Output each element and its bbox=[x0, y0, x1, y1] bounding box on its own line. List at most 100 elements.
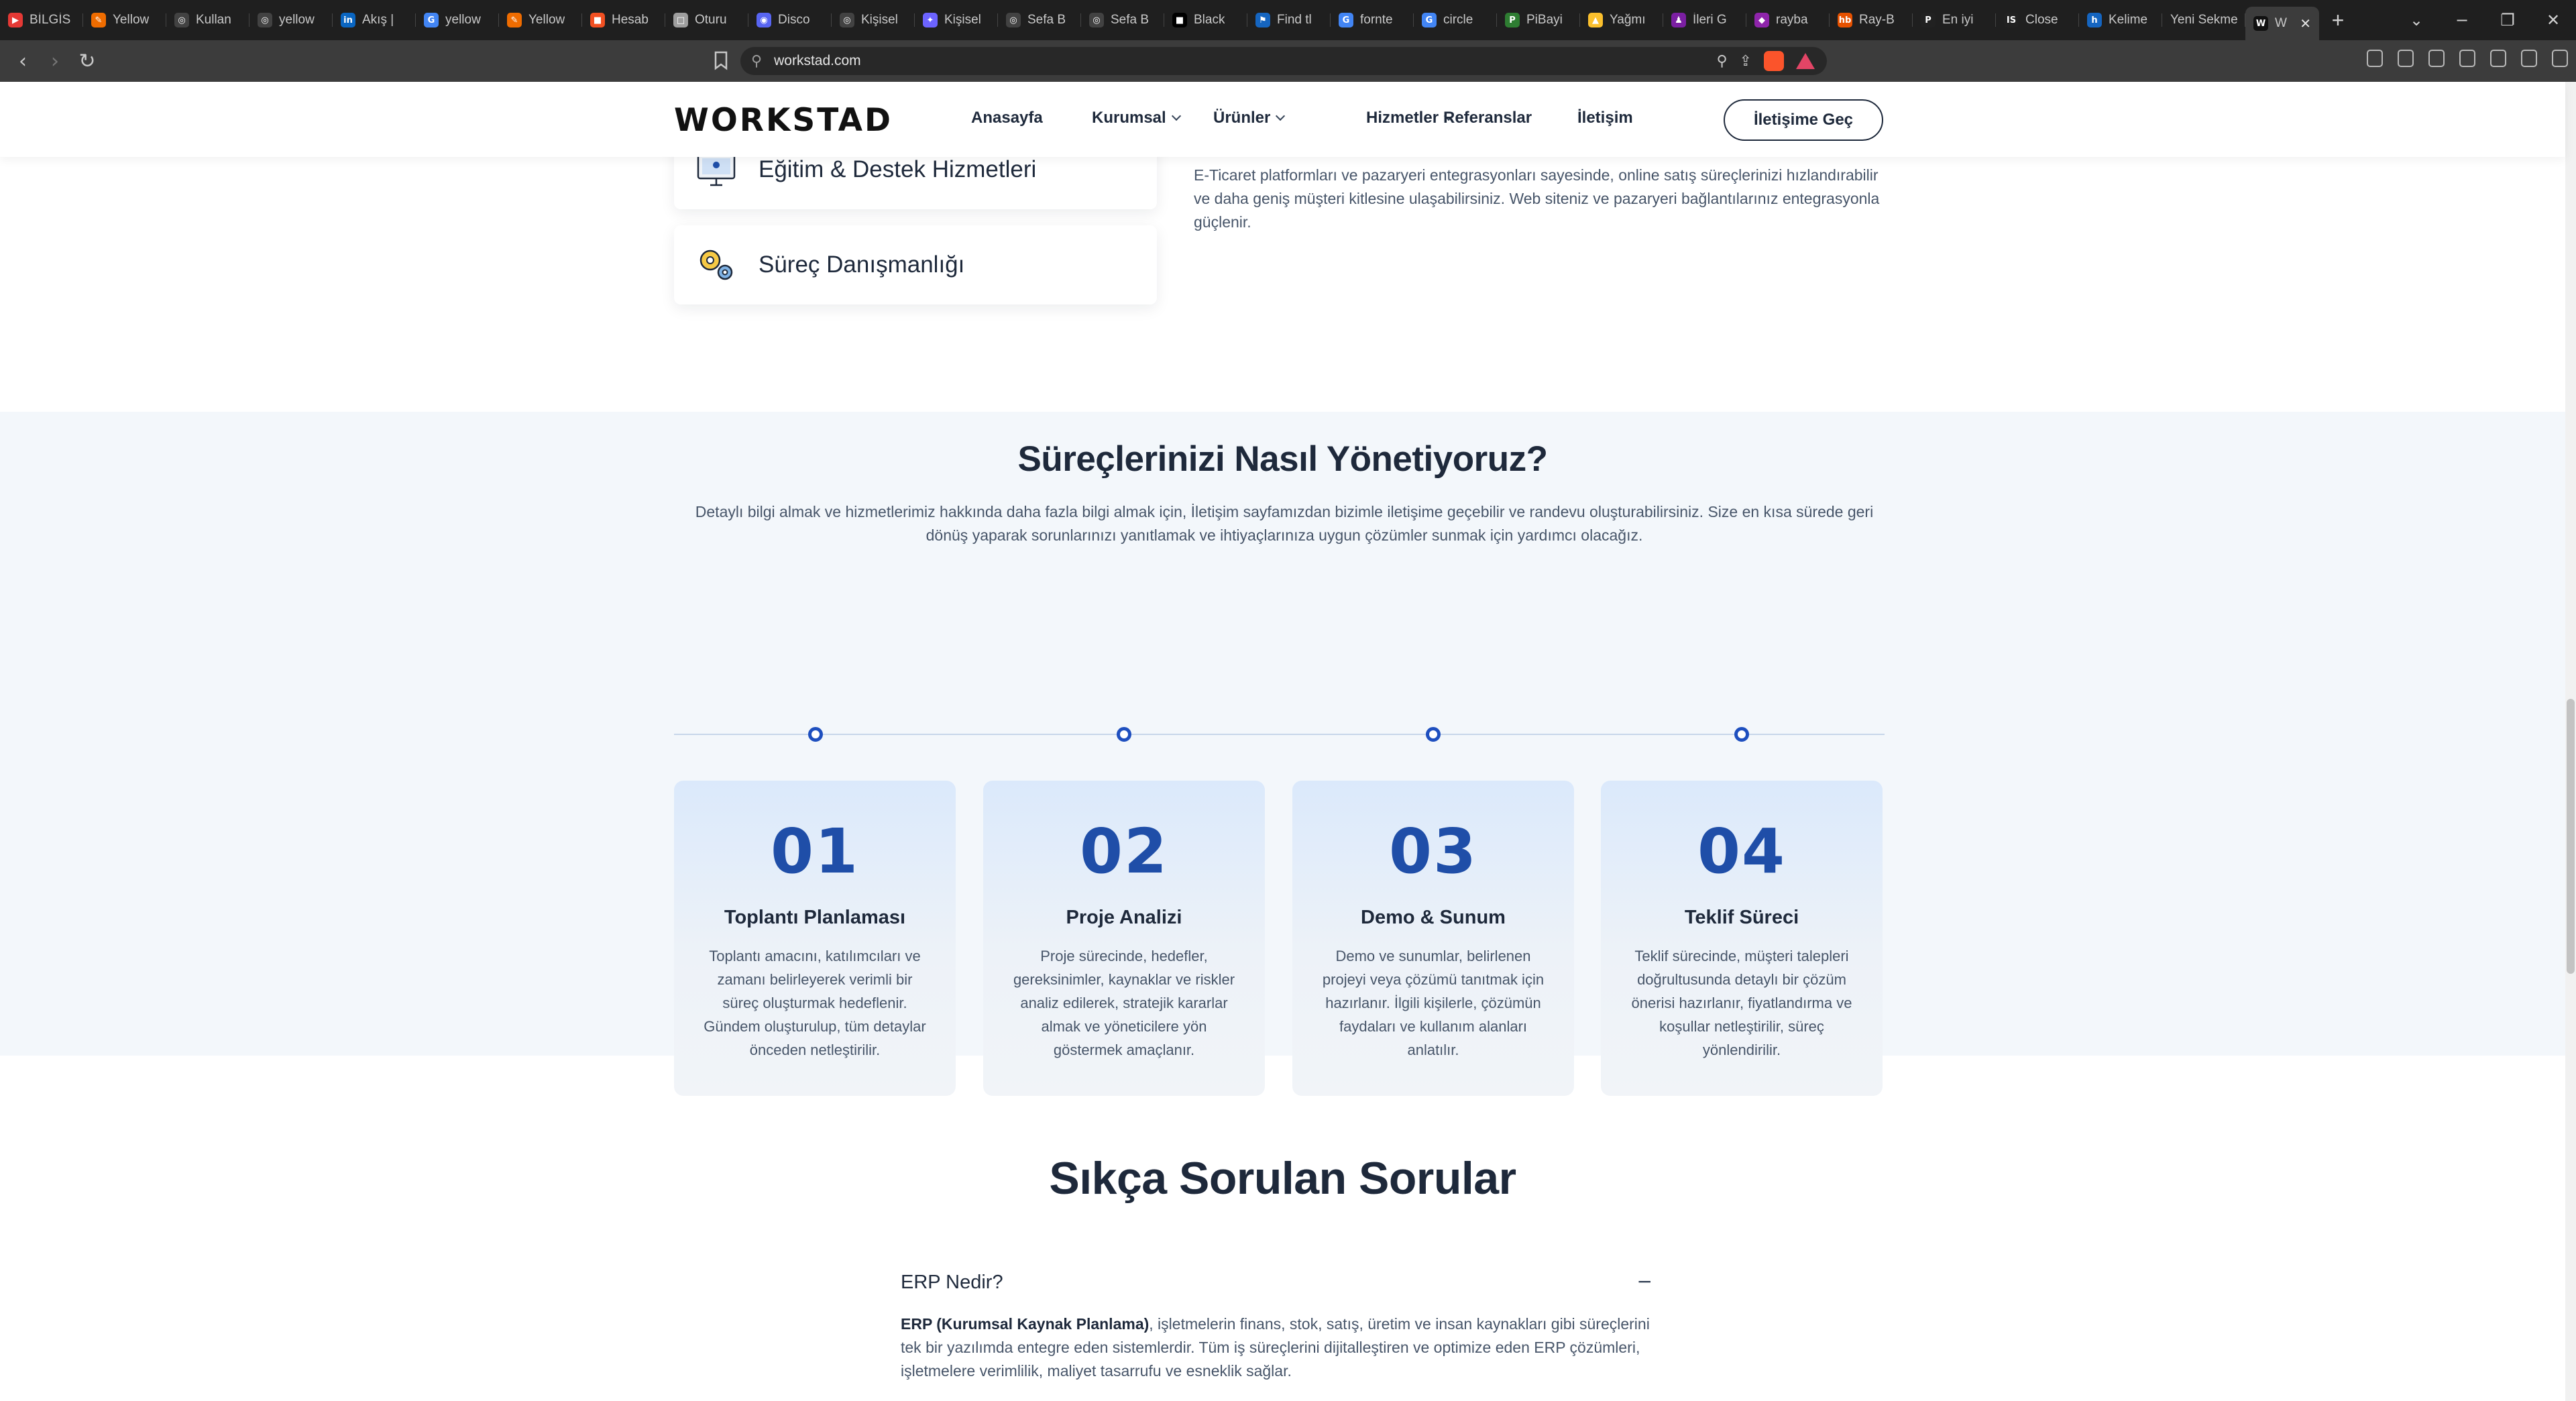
tab-search-icon[interactable]: ⌄ bbox=[2394, 11, 2439, 30]
nav-anasayfa[interactable]: Anasayfa bbox=[971, 109, 1043, 127]
step-number: 04 bbox=[1697, 816, 1787, 887]
browser-tab[interactable]: ◆ rayba bbox=[1746, 5, 1830, 35]
close-window-icon[interactable]: ✕ bbox=[2530, 11, 2576, 30]
tab-title: PiBayi bbox=[1526, 13, 1563, 27]
close-tab-icon[interactable]: ✕ bbox=[2300, 15, 2311, 32]
tab-title: yellow bbox=[445, 13, 481, 27]
sidebar-icon[interactable] bbox=[2428, 50, 2445, 67]
collapse-icon[interactable]: − bbox=[1637, 1270, 1653, 1292]
tab-favicon-icon: ◎ bbox=[174, 13, 189, 27]
faq-question[interactable]: ERP Nedir? − bbox=[879, 1264, 1677, 1302]
contact-cta-button[interactable]: İletişime Geç bbox=[1724, 99, 1883, 141]
share-icon[interactable]: ⇪ bbox=[1740, 53, 1752, 70]
nav-kurumsal[interactable]: Kurumsal bbox=[1092, 109, 1181, 127]
tab-favicon-icon: □ bbox=[673, 13, 688, 27]
site-logo[interactable]: WORKSTAD bbox=[674, 102, 893, 139]
browser-tab[interactable]: ◎ Sefa B bbox=[1081, 5, 1164, 35]
browser-tab[interactable]: hb Ray-B bbox=[1830, 5, 1913, 35]
browser-tab[interactable]: Yeni Sekme bbox=[2162, 5, 2245, 35]
tab-favicon-icon: ▲ bbox=[1588, 13, 1603, 27]
browser-tab[interactable]: ✦ Kişisel bbox=[915, 5, 998, 35]
browser-tab[interactable]: ◎ yellow bbox=[249, 5, 333, 35]
browser-tab[interactable]: ♟ İleri G bbox=[1663, 5, 1746, 35]
nav-iletisim[interactable]: İletişim bbox=[1577, 109, 1633, 127]
browser-tab[interactable]: ✎ Yellow bbox=[499, 5, 582, 35]
timeline-dot bbox=[1734, 727, 1749, 742]
tab-title: rayba bbox=[1776, 13, 1808, 27]
site-header: WORKSTAD Anasayfa Kurumsal Ürünler Hizme… bbox=[0, 82, 2565, 157]
service-label: Süreç Danışmanlığı bbox=[759, 251, 965, 278]
bookmark-icon[interactable] bbox=[711, 48, 731, 72]
browser-tab[interactable]: ▶ BİLGİS bbox=[0, 5, 83, 35]
browser-tab[interactable]: P PiBayi bbox=[1497, 5, 1580, 35]
faq-answer: ERP (Kurumsal Kaynak Planlama), işletmel… bbox=[879, 1302, 1677, 1383]
tab-favicon-icon: IS bbox=[2004, 13, 2019, 27]
window-controls: ⌄ − ❐ ✕ bbox=[2394, 0, 2576, 40]
step-title: Toplantı Planlaması bbox=[724, 907, 906, 928]
address-bar[interactable]: ⚲ workstad.com ⚲ ⇪ bbox=[740, 47, 1827, 75]
chevron-down-icon bbox=[1171, 111, 1181, 121]
browser-tab[interactable]: ■ Black bbox=[1164, 5, 1247, 35]
brave-shield-icon[interactable] bbox=[1764, 51, 1784, 71]
browser-tab[interactable]: h Kelime bbox=[2079, 5, 2162, 35]
minimize-icon[interactable]: − bbox=[2439, 11, 2485, 30]
url-text[interactable]: workstad.com bbox=[774, 53, 861, 69]
browser-tab[interactable]: ✎ Yellow bbox=[83, 5, 166, 35]
nav-hizmetler[interactable]: Hizmetler bbox=[1366, 109, 1454, 127]
nav-label: İletişim bbox=[1577, 109, 1633, 127]
page-scrollbar[interactable] bbox=[2565, 82, 2576, 1401]
leo-ai-icon[interactable] bbox=[2490, 50, 2506, 67]
nav-urunler[interactable]: Ürünler bbox=[1213, 109, 1286, 127]
browser-tab[interactable]: Gcircle bbox=[1414, 5, 1497, 35]
browser-tab[interactable]: ◎ Kullan bbox=[166, 5, 249, 35]
nav-label: Anasayfa bbox=[971, 109, 1043, 127]
tab-title: Yeni Sekme bbox=[2170, 13, 2237, 27]
nav-label: Kurumsal bbox=[1092, 109, 1166, 127]
tab-favicon-icon: ✎ bbox=[507, 13, 522, 27]
tab-title: Akış | bbox=[362, 13, 394, 27]
tab-title: Hesab bbox=[612, 13, 649, 27]
browser-tab[interactable]: ◎ Sefa B bbox=[998, 5, 1081, 35]
browser-tab[interactable]: ◉ Disco bbox=[748, 5, 832, 35]
page-viewport: WORKSTAD Anasayfa Kurumsal Ürünler Hizme… bbox=[0, 82, 2576, 1401]
nav-referanslar[interactable]: Referanslar bbox=[1443, 109, 1532, 127]
wallet-icon[interactable] bbox=[2459, 50, 2475, 67]
tab-title: Black bbox=[1194, 13, 1225, 27]
restore-icon[interactable]: ❐ bbox=[2485, 11, 2530, 30]
downloads-icon[interactable] bbox=[2398, 50, 2414, 67]
browser-tab-active[interactable]: W W ✕ bbox=[2245, 7, 2319, 40]
browser-tab[interactable]: P En iyi bbox=[1913, 5, 1996, 35]
service-card[interactable]: Süreç Danışmanlığı bbox=[674, 225, 1157, 304]
browser-tab[interactable]: □ Oturu bbox=[665, 5, 748, 35]
service-label: Eğitim & Destek Hizmetleri bbox=[759, 156, 1037, 182]
tab-title: Yellow bbox=[528, 13, 565, 27]
browser-tabstrip: ▶ BİLGİS ✎ Yellow ◎ Kullan ◎ yellow in Akış | Gyel… bbox=[0, 0, 2576, 40]
tab-title: Oturu bbox=[695, 13, 727, 27]
browser-tab[interactable]: ◎ Kişisel bbox=[832, 5, 915, 35]
extensions-icon[interactable] bbox=[2367, 50, 2383, 67]
service-description: E-Ticaret platformları ve pazaryeri ente… bbox=[1194, 166, 1880, 231]
tab-favicon-icon: in bbox=[341, 13, 355, 27]
browser-tab[interactable]: Gyellow bbox=[416, 5, 499, 35]
brave-rewards-icon[interactable] bbox=[1796, 53, 1815, 69]
forward-icon[interactable]: › bbox=[39, 50, 71, 73]
scrollbar-thumb[interactable] bbox=[2567, 699, 2575, 974]
browser-tab[interactable]: Gfornte bbox=[1331, 5, 1414, 35]
vpn-icon[interactable] bbox=[2521, 50, 2537, 67]
timeline-line bbox=[674, 734, 1885, 735]
site-info-icon[interactable]: ⚲ bbox=[751, 53, 762, 70]
browser-tab[interactable]: ▲ Yağmı bbox=[1580, 5, 1663, 35]
browser-tab[interactable]: in Akış | bbox=[333, 5, 416, 35]
tab-title: Yağmı bbox=[1610, 13, 1646, 27]
back-icon[interactable]: ‹ bbox=[7, 50, 39, 73]
menu-icon[interactable] bbox=[2552, 50, 2568, 67]
gears-consulting-icon bbox=[699, 249, 733, 280]
browser-tab[interactable]: ⚑ Find tl bbox=[1247, 5, 1331, 35]
faq-answer-term: ERP (Kurumsal Kaynak Planlama) bbox=[901, 1315, 1150, 1333]
browser-tab[interactable]: ■ Hesab bbox=[582, 5, 665, 35]
reload-icon[interactable]: ↻ bbox=[71, 50, 103, 73]
tab-title: Kişisel bbox=[944, 13, 981, 27]
new-tab-button[interactable]: + bbox=[2319, 8, 2357, 33]
zoom-icon[interactable]: ⚲ bbox=[1716, 53, 1727, 70]
browser-tab[interactable]: IS Close bbox=[1996, 5, 2079, 35]
